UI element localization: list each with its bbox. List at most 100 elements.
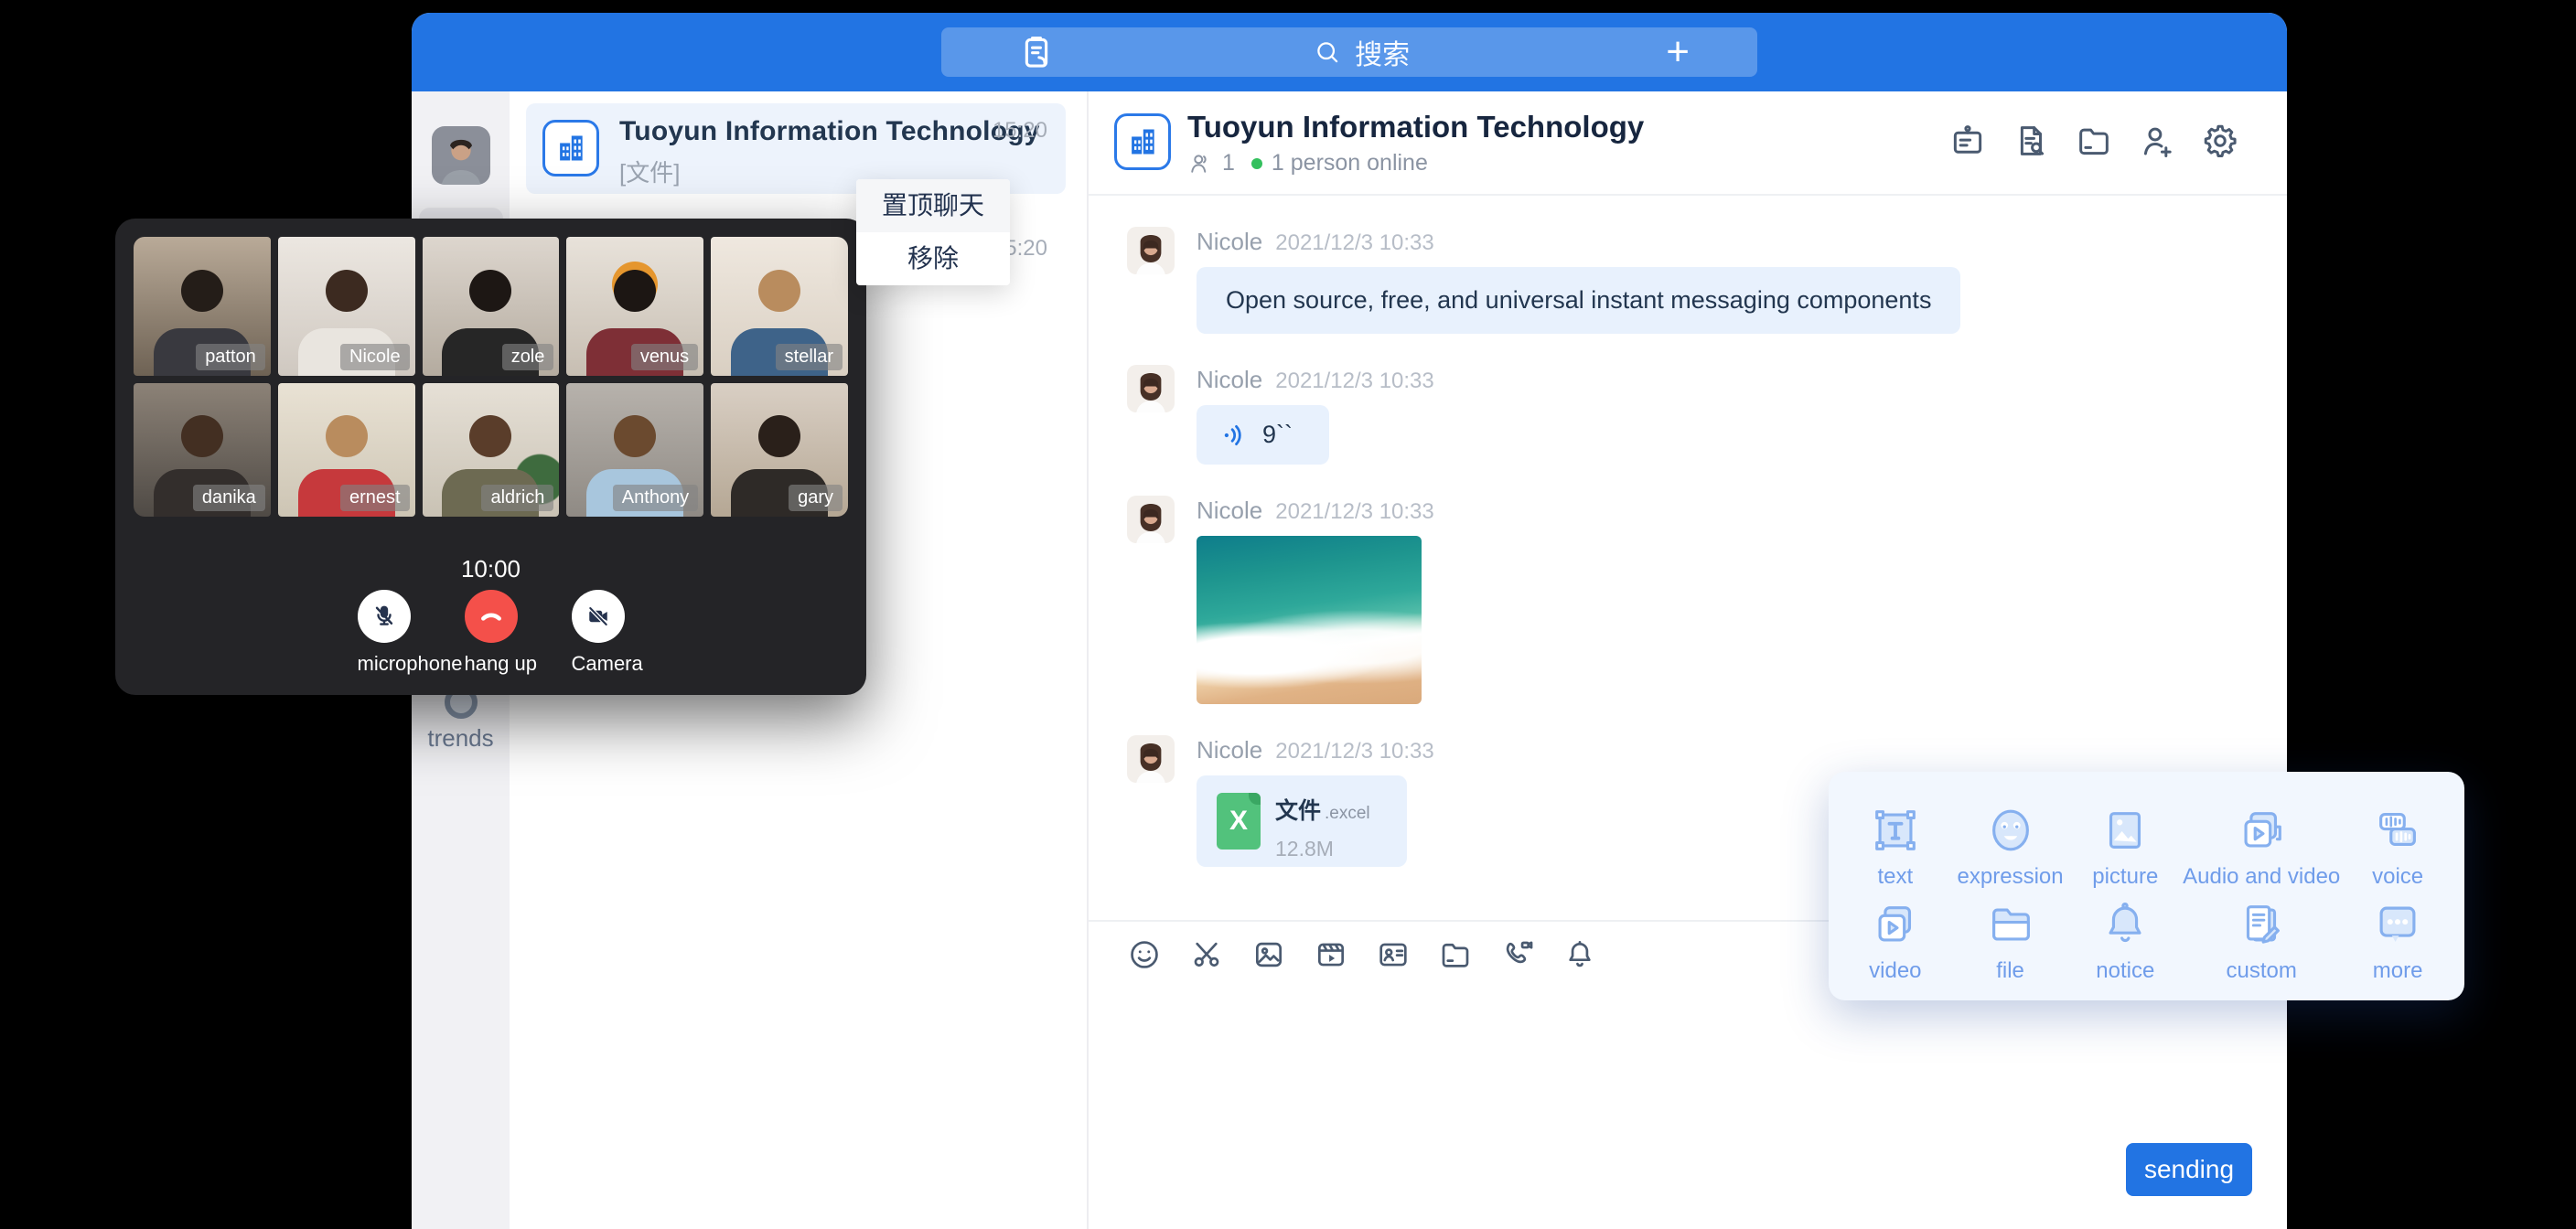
notification-bell-icon[interactable]: [1562, 937, 1597, 972]
organization-avatar: [542, 120, 599, 176]
chat-title: Tuoyun Information Technology: [1187, 110, 1644, 144]
hang-up-button[interactable]: [465, 590, 518, 643]
panel-item-more[interactable]: more: [2340, 890, 2455, 984]
hang-up-label: hang up: [465, 652, 518, 676]
nav-item-trends[interactable]: trends: [412, 686, 510, 753]
file-name: 文件: [1275, 798, 1321, 824]
message-type-panel: text expression picture: [1829, 772, 2464, 1000]
trends-label: trends: [412, 724, 510, 753]
expression-icon: [1984, 804, 2037, 857]
file-folder-icon: [1984, 898, 2037, 951]
video-call-window: patton Nicole zole venus stellar danika …: [115, 219, 866, 695]
chat-panel: Tuoyun Information Technology 1 1 person…: [1089, 91, 2287, 1229]
panel-item-voice[interactable]: voice: [2340, 796, 2455, 890]
emoji-icon[interactable]: [1127, 937, 1162, 972]
participant-tile[interactable]: aldrich: [423, 383, 560, 517]
send-button[interactable]: sending: [2126, 1143, 2252, 1196]
panel-item-text[interactable]: text: [1838, 796, 1953, 890]
image-icon[interactable]: [1251, 937, 1286, 972]
notice-bell-icon: [2098, 898, 2152, 951]
menu-item-pin-chat[interactable]: 置顶聊天: [856, 179, 1010, 232]
participant-name: ernest: [340, 485, 410, 511]
sender-avatar[interactable]: [1127, 365, 1175, 412]
sender-avatar[interactable]: [1127, 227, 1175, 274]
video-clapper-icon[interactable]: [1314, 937, 1348, 972]
top-search-bar[interactable]: 搜索 +: [941, 27, 1757, 77]
participant-name: aldrich: [481, 485, 553, 511]
sender-avatar[interactable]: [1127, 496, 1175, 543]
member-count: 1: [1222, 150, 1235, 176]
panel-item-notice[interactable]: notice: [2067, 890, 2183, 984]
add-member-icon[interactable]: [2138, 122, 2176, 160]
participant-name: gary: [789, 485, 843, 511]
settings-gear-icon[interactable]: [2201, 122, 2239, 160]
panel-item-label: video: [1869, 958, 1921, 984]
sender-avatar[interactable]: [1127, 735, 1175, 783]
online-status: 1 person online: [1272, 150, 1428, 176]
video-call-icon[interactable]: [1500, 937, 1535, 972]
panel-item-expression[interactable]: expression: [1953, 796, 2068, 890]
chat-history-search-icon[interactable]: [2012, 122, 2050, 160]
search-placeholder: 搜索: [1355, 32, 1410, 72]
panel-item-label: voice: [2372, 864, 2423, 890]
text-message-bubble[interactable]: Open source, free, and universal instant…: [1197, 267, 1960, 334]
file-size: 12.8M: [1275, 837, 1407, 861]
image-message-beach[interactable]: [1197, 536, 1422, 704]
search-icon: [1313, 37, 1342, 67]
conversation-time: 15:20: [993, 118, 1047, 144]
menu-item-remove[interactable]: 移除: [856, 232, 1010, 285]
panel-item-label: text: [1878, 864, 1914, 890]
panel-item-custom[interactable]: custom: [2183, 890, 2340, 984]
message-voice: Nicole 2021/12/3 10:33 9``: [1127, 365, 2287, 465]
sender-name: Nicole: [1197, 366, 1262, 393]
panel-item-video[interactable]: video: [1838, 890, 1953, 984]
contact-card-icon[interactable]: [1376, 937, 1411, 972]
user-avatar[interactable]: [432, 126, 490, 185]
participant-tile[interactable]: Anthony: [566, 383, 703, 517]
message-image: Nicole2021/12/3 10:33: [1127, 496, 2287, 704]
audio-video-icon: [2235, 804, 2288, 857]
participant-tile[interactable]: Nicole: [278, 237, 415, 376]
voice-message-bubble[interactable]: 9``: [1197, 405, 1329, 465]
voice-wave-icon: [1220, 422, 1248, 449]
search-field[interactable]: 搜索: [1313, 32, 1410, 72]
participant-tile[interactable]: zole: [423, 237, 560, 376]
participant-tile[interactable]: venus: [566, 237, 703, 376]
more-icon: [2371, 898, 2424, 951]
screenshot-scissors-icon[interactable]: [1189, 937, 1224, 972]
chat-subtitle: 1 1 person online: [1187, 150, 1428, 176]
online-dot: [1251, 158, 1262, 169]
microphone-mute-button[interactable]: [358, 590, 411, 643]
group-notice-icon[interactable]: [1948, 122, 1987, 160]
organization-avatar: [1114, 113, 1171, 170]
picture-icon: [2098, 804, 2152, 857]
participant-name: venus: [631, 344, 698, 370]
message-time: 2021/12/3 10:33: [1275, 739, 1434, 764]
panel-item-label: notice: [2096, 958, 2154, 984]
camera-off-button[interactable]: [572, 590, 625, 643]
panel-item-picture[interactable]: picture: [2067, 796, 2183, 890]
panel-item-label: expression: [1958, 864, 2064, 890]
chat-header: Tuoyun Information Technology 1 1 person…: [1089, 91, 2287, 196]
panel-item-file[interactable]: file: [1953, 890, 2068, 984]
participant-tile[interactable]: stellar: [711, 237, 848, 376]
folder-icon[interactable]: [1438, 937, 1473, 972]
conversation-title: Tuoyun Information Technology: [619, 116, 1040, 147]
files-folder-icon[interactable]: [2075, 122, 2113, 160]
participant-tile[interactable]: ernest: [278, 383, 415, 517]
panel-item-audio-video[interactable]: Audio and video: [2183, 796, 2340, 890]
participant-name: danika: [193, 485, 265, 511]
participant-tile[interactable]: patton: [134, 237, 271, 376]
call-log-icon[interactable]: [1016, 32, 1057, 72]
participant-name: Anthony: [613, 485, 698, 511]
add-icon[interactable]: +: [1666, 32, 1690, 72]
message-time: 2021/12/3 10:33: [1275, 499, 1434, 524]
participant-name: zole: [502, 344, 554, 370]
participant-grid: patton Nicole zole venus stellar danika …: [134, 237, 848, 517]
panel-item-label: file: [1996, 958, 2024, 984]
participant-tile[interactable]: gary: [711, 383, 848, 517]
message-time: 2021/12/3 10:33: [1275, 369, 1434, 393]
file-message-bubble[interactable]: X 文件.excel 12.8M: [1197, 775, 1407, 867]
conversation-last-message: [文件]: [619, 155, 680, 188]
participant-tile[interactable]: danika: [134, 383, 271, 517]
